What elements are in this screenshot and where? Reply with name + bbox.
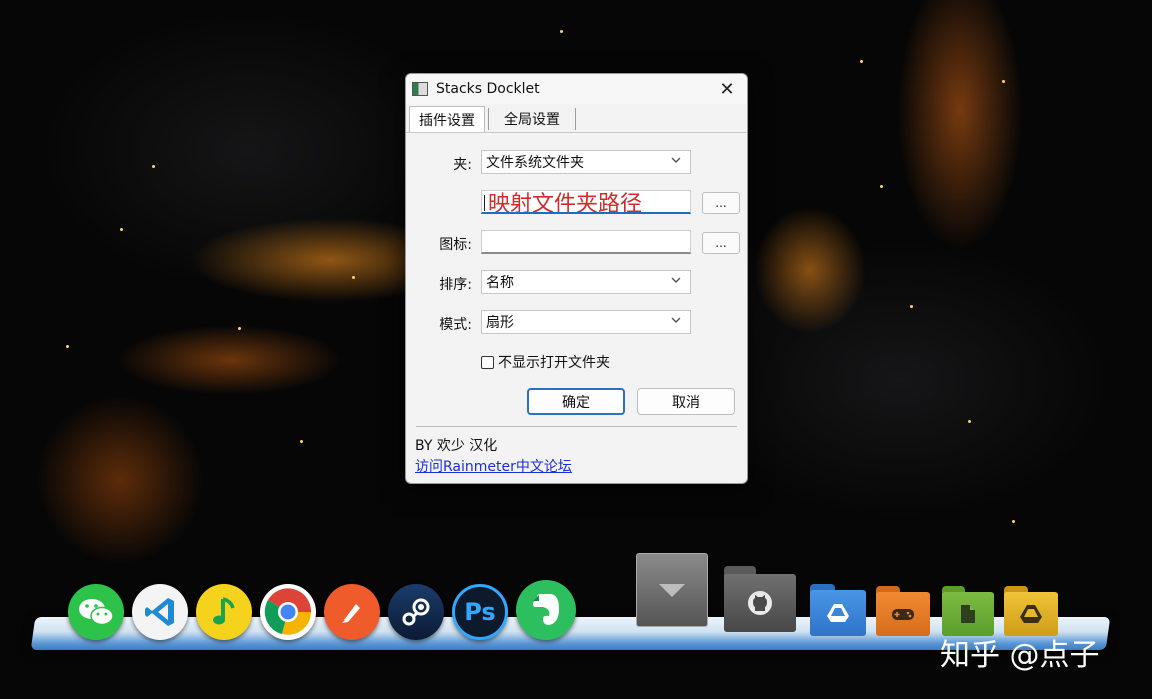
folder-label: 夹:: [453, 157, 472, 173]
sort-select[interactable]: 名称: [481, 270, 691, 294]
hide-open-folder-option[interactable]: 不显示打开文件夹: [481, 352, 610, 372]
github-icon: [748, 590, 772, 615]
close-button[interactable]: ✕: [707, 74, 747, 104]
credit-text: BY 欢少 汉化: [415, 438, 498, 454]
chevron-down-icon: [670, 154, 682, 169]
stacks-docklet-tile[interactable]: [636, 553, 708, 627]
tab-global-settings[interactable]: 全局设置: [492, 106, 572, 132]
browse-icon-button[interactable]: ...: [702, 232, 740, 254]
vscode-icon[interactable]: [132, 584, 188, 640]
tab-plugin-settings[interactable]: 插件设置: [409, 106, 485, 132]
star: [560, 30, 563, 33]
photoshop-icon[interactable]: Ps: [452, 584, 508, 640]
star: [910, 305, 913, 308]
github-folder-icon[interactable]: [724, 566, 796, 632]
app-window-icon: [412, 82, 428, 96]
gamepad-icon: [892, 609, 914, 620]
google-drive-folder-icon[interactable]: [810, 584, 866, 636]
star: [66, 345, 69, 348]
star: [120, 228, 123, 231]
folder-path-input[interactable]: 映射文件夹路径: [481, 190, 691, 214]
star: [300, 440, 303, 443]
document-icon: [961, 605, 975, 623]
qq-music-icon[interactable]: [196, 584, 252, 640]
icon-label: 图标:: [439, 237, 472, 253]
folder-path-value: 映射文件夹路径: [488, 192, 643, 214]
window-title: Stacks Docklet: [436, 81, 540, 97]
chevron-down-icon: [670, 314, 682, 329]
star: [1012, 520, 1015, 523]
title-bar[interactable]: Stacks Docklet ✕: [406, 74, 747, 104]
sort-label: 排序:: [439, 277, 472, 293]
drive-folder-icon[interactable]: [1004, 586, 1058, 636]
drive-icon: [827, 604, 849, 623]
icon-path-input[interactable]: [481, 230, 691, 254]
tab-bar: 插件设置 全局设置: [406, 104, 747, 133]
hide-open-folder-label: 不显示打开文件夹: [498, 355, 610, 371]
chrome-icon[interactable]: [260, 584, 316, 640]
caret-down-icon: [659, 584, 685, 597]
photoshop-logo-text: Ps: [464, 598, 496, 626]
browse-folder-button[interactable]: ...: [702, 192, 740, 214]
star: [1002, 80, 1005, 83]
divider: [416, 426, 737, 427]
sort-value: 名称: [486, 275, 514, 291]
mode-select[interactable]: 扇形: [481, 310, 691, 334]
hide-open-folder-checkbox[interactable]: [481, 355, 494, 369]
cancel-button[interactable]: 取消: [637, 388, 735, 415]
tab-separator: [575, 108, 576, 130]
wechat-icon[interactable]: [68, 584, 124, 640]
star: [152, 165, 155, 168]
star: [968, 420, 971, 423]
star: [860, 60, 863, 63]
steam-icon[interactable]: [388, 584, 444, 640]
drive-icon: [1020, 605, 1042, 623]
folder-type-select[interactable]: 文件系统文件夹: [481, 150, 691, 174]
stacks-docklet-dialog: Stacks Docklet ✕ 插件设置 全局设置 夹: 文件系统文件夹 映射…: [405, 73, 748, 484]
tab-separator: [488, 108, 489, 130]
star: [238, 327, 241, 330]
folder-type-value: 文件系统文件夹: [486, 155, 584, 171]
games-folder-icon[interactable]: [876, 586, 930, 636]
postman-icon[interactable]: [324, 584, 380, 640]
close-icon: ✕: [719, 78, 735, 100]
ok-button[interactable]: 确定: [527, 388, 625, 415]
star: [352, 276, 355, 279]
star: [880, 185, 883, 188]
text-caret: [484, 195, 485, 211]
watermark-text: 知乎 @点子: [940, 638, 1100, 673]
chevron-down-icon: [670, 274, 682, 289]
mode-value: 扇形: [486, 315, 514, 331]
evernote-icon[interactable]: [516, 580, 576, 640]
documents-folder-icon[interactable]: [942, 586, 994, 636]
forum-link[interactable]: 访问Rainmeter中文论坛: [415, 456, 572, 476]
mode-label: 模式:: [439, 317, 472, 333]
